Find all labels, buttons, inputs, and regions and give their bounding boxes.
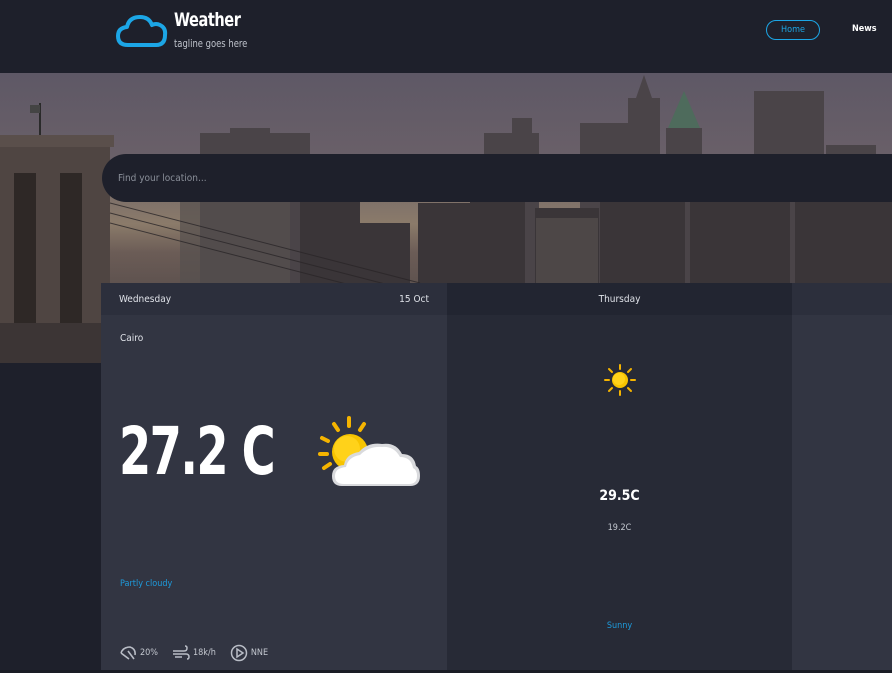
- tomorrow-forecast-card: Thursday 29.5C 19.2C Sunny: [447, 283, 792, 673]
- location-name: Cairo: [120, 333, 144, 344]
- sun-icon: [604, 364, 636, 396]
- wind-icon: [173, 645, 190, 660]
- wind-speed-stat: 18k/h: [172, 645, 216, 661]
- cloud-icon: [116, 15, 168, 47]
- site-title: Weather: [174, 9, 241, 31]
- site-header: Weather tagline goes here Home News: [0, 0, 892, 73]
- today-description: Partly cloudy: [120, 579, 173, 589]
- today-header: Wednesday 15 Oct: [101, 283, 447, 315]
- tomorrow-header: Thursday: [447, 283, 792, 315]
- nav-news-link[interactable]: News: [852, 24, 877, 34]
- tomorrow-min-temp: 19.2C: [607, 523, 632, 533]
- precipitation-stat: 20%: [119, 645, 158, 661]
- tomorrow-day: Thursday: [598, 293, 641, 305]
- tomorrow-description: Sunny: [606, 621, 633, 631]
- today-stats: 20% 18k/h NNE: [119, 644, 268, 662]
- search-bar: [102, 154, 892, 202]
- site-tagline: tagline goes here: [174, 37, 248, 50]
- current-temperature: 27.2 C: [119, 413, 276, 490]
- partly-cloudy-icon: [318, 416, 420, 486]
- precipitation-value: 20%: [140, 648, 158, 658]
- wind-speed-value: 18k/h: [193, 648, 216, 658]
- today-forecast-card: Wednesday 15 Oct Cairo 27.2 C Partly clo…: [101, 283, 447, 673]
- compass-icon: [230, 644, 248, 662]
- umbrella-icon: [120, 646, 136, 660]
- third-forecast-card: [792, 283, 892, 673]
- nav-home-link[interactable]: Home: [766, 20, 820, 40]
- tomorrow-max-temp: 29.5C: [599, 488, 640, 504]
- third-card-header: [792, 283, 892, 315]
- wind-direction-stat: NNE: [230, 644, 268, 662]
- wind-direction-value: NNE: [250, 648, 269, 658]
- today-day: Wednesday: [119, 293, 172, 305]
- today-date: 15 Oct: [399, 293, 429, 305]
- location-search-input[interactable]: [116, 154, 716, 202]
